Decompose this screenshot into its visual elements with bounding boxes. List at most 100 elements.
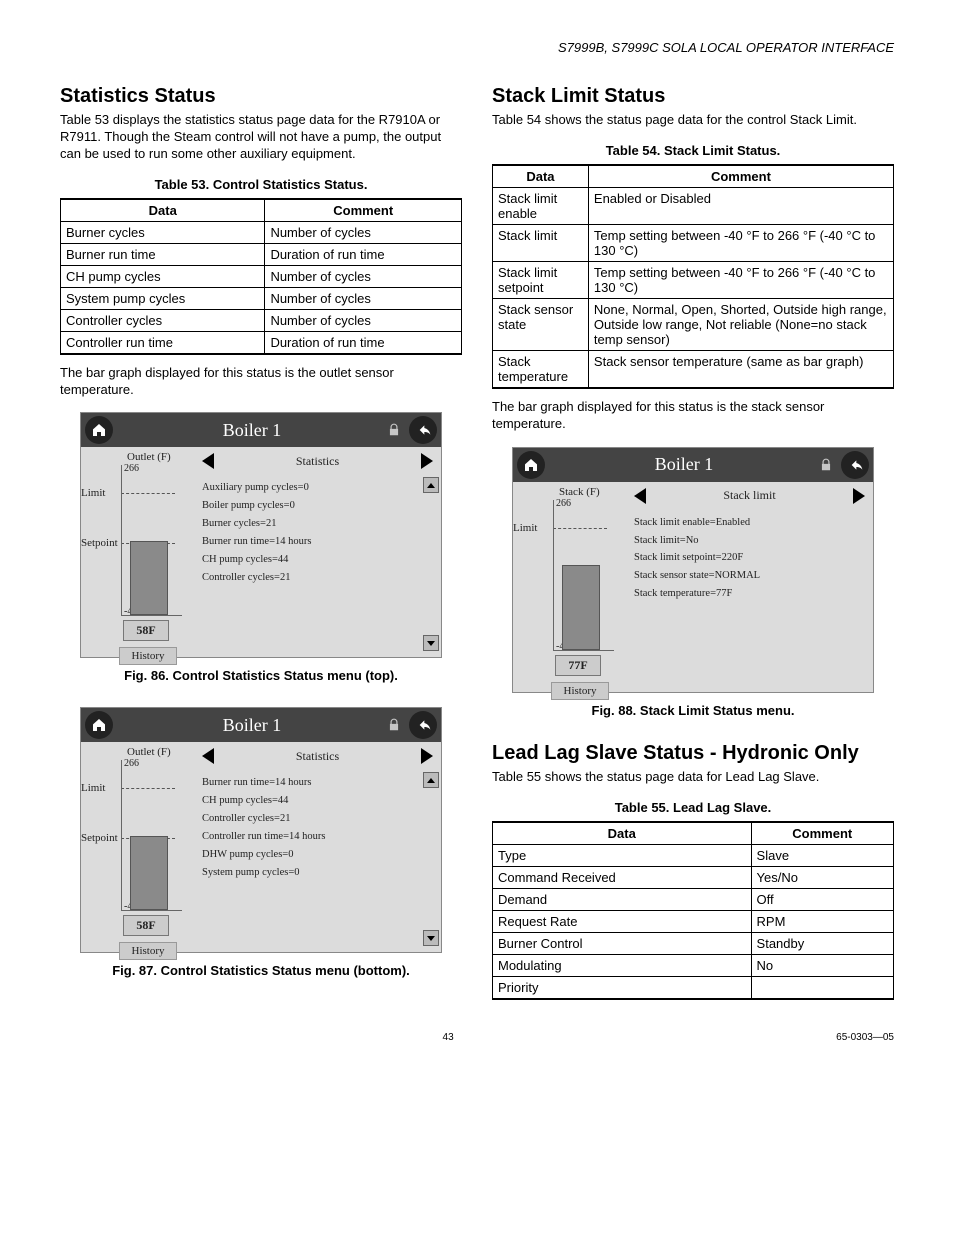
panel-title: Boiler 1	[549, 454, 819, 475]
table-row: Stack limit setpointTemp setting between…	[493, 261, 894, 298]
table-row: TypeSlave	[493, 844, 894, 866]
stat-line: Stack limit enable=Enabled	[634, 514, 869, 532]
gauge-bar	[562, 565, 600, 650]
stat-line: System pump cycles=0	[202, 864, 437, 882]
history-button[interactable]: History	[119, 647, 177, 665]
gauge-bar	[130, 541, 168, 615]
stat-line: Burner run time=14 hours	[202, 533, 437, 551]
stat-line: Controller cycles=21	[202, 810, 437, 828]
table53-caption: Table 53. Control Statistics Status.	[60, 177, 462, 192]
th-comment: Comment	[265, 199, 462, 222]
table-row: Controller run timeDuration of run time	[61, 331, 462, 354]
nav-left-icon[interactable]	[202, 453, 214, 469]
table-row: Stack limitTemp setting between -40 °F t…	[493, 224, 894, 261]
tick-top: 266	[124, 463, 139, 474]
axis-label: Outlet (F)	[81, 451, 196, 463]
back-icon[interactable]	[841, 451, 869, 479]
table54: Data Comment Stack limit enableEnabled o…	[492, 164, 894, 389]
doc-number: 65-0303—05	[836, 1032, 894, 1043]
limit-label: Limit	[81, 487, 105, 499]
panel-title: Boiler 1	[117, 420, 387, 441]
scroll-down-icon[interactable]	[423, 930, 439, 946]
panel-titlebar: Boiler 1	[81, 413, 441, 447]
table-header-row: Data Comment	[493, 822, 894, 845]
nav-right-icon[interactable]	[853, 488, 865, 504]
setpoint-label: Setpoint	[81, 537, 118, 549]
scroll-up-icon[interactable]	[423, 477, 439, 493]
home-icon[interactable]	[85, 416, 113, 444]
table-row: Burner run timeDuration of run time	[61, 243, 462, 265]
table-row: Request RateRPM	[493, 910, 894, 932]
th-comment: Comment	[588, 165, 893, 188]
table-row: DemandOff	[493, 888, 894, 910]
fig86-panel: Boiler 1 Outlet (F) Limit Setpoint 266 -…	[80, 412, 442, 658]
table-header-row: Data Comment	[493, 165, 894, 188]
stat-line: CH pump cycles=44	[202, 551, 437, 569]
nav-title: Stack limit	[723, 488, 775, 503]
axis-label: Outlet (F)	[81, 746, 196, 758]
stat-line: Stack temperature=77F	[634, 585, 869, 603]
temp-readout: 77F	[555, 655, 601, 676]
stat-lines: Stack limit enable=Enabled Stack limit=N…	[634, 514, 869, 603]
table-row: Stack limit enableEnabled or Disabled	[493, 187, 894, 224]
temp-readout: 58F	[123, 915, 169, 936]
th-data: Data	[493, 165, 589, 188]
nav-right-icon[interactable]	[421, 453, 433, 469]
table-row: CH pump cyclesNumber of cycles	[61, 265, 462, 287]
stat-line: Controller cycles=21	[202, 569, 437, 587]
scroll-up-icon[interactable]	[423, 772, 439, 788]
lock-icon	[387, 423, 401, 437]
fig87-panel: Boiler 1 Outlet (F) Limit Setpoint 266 -…	[80, 707, 442, 953]
stacklimit-after: The bar graph displayed for this status …	[492, 399, 894, 433]
setpoint-label: Setpoint	[81, 832, 118, 844]
gauge-bar	[130, 836, 168, 910]
leadlag-heading: Lead Lag Slave Status - Hydronic Only	[492, 742, 894, 765]
page-footer: 43 65-0303—05	[60, 1032, 894, 1043]
table-row: Burner ControlStandby	[493, 932, 894, 954]
table53: Data Comment Burner cyclesNumber of cycl…	[60, 198, 462, 355]
table-row: Controller cyclesNumber of cycles	[61, 309, 462, 331]
lock-icon	[819, 458, 833, 472]
back-icon[interactable]	[409, 711, 437, 739]
back-icon[interactable]	[409, 416, 437, 444]
gauge-area: Outlet (F) Limit Setpoint 266 -40 58F Hi…	[81, 447, 196, 657]
table-row: Command ReceivedYes/No	[493, 866, 894, 888]
leadlag-intro: Table 55 shows the status page data for …	[492, 769, 894, 786]
stat-line: Controller run time=14 hours	[202, 828, 437, 846]
table-row: Stack temperatureStack sensor temperatur…	[493, 350, 894, 388]
fig88-panel: Boiler 1 Stack (F) Limit 266 -40 77F His…	[512, 447, 874, 693]
scroll-down-icon[interactable]	[423, 635, 439, 651]
table-row: Burner cyclesNumber of cycles	[61, 221, 462, 243]
nav-title: Statistics	[296, 749, 339, 764]
table55: Data Comment TypeSlave Command ReceivedY…	[492, 821, 894, 1000]
table-header-row: Data Comment	[61, 199, 462, 222]
stat-line: CH pump cycles=44	[202, 792, 437, 810]
history-button[interactable]: History	[119, 942, 177, 960]
fig86-caption: Fig. 86. Control Statistics Status menu …	[60, 668, 462, 683]
nav-right-icon[interactable]	[421, 748, 433, 764]
temp-readout: 58F	[123, 620, 169, 641]
table55-caption: Table 55. Lead Lag Slave.	[492, 800, 894, 815]
statistics-after: The bar graph displayed for this status …	[60, 365, 462, 399]
home-icon[interactable]	[517, 451, 545, 479]
stat-line: Stack limit setpoint=220F	[634, 549, 869, 567]
history-button[interactable]: History	[551, 682, 609, 700]
stat-line: Stack limit=No	[634, 532, 869, 550]
nav-title: Statistics	[296, 454, 339, 469]
tick-top: 266	[124, 758, 139, 769]
limit-label: Limit	[81, 782, 105, 794]
page-header: S7999B, S7999C SOLA LOCAL OPERATOR INTER…	[60, 40, 894, 55]
gauge-area: Outlet (F) Limit Setpoint 266 -40 58F Hi…	[81, 742, 196, 952]
stat-line: Burner cycles=21	[202, 515, 437, 533]
limit-label: Limit	[513, 522, 537, 534]
home-icon[interactable]	[85, 711, 113, 739]
stat-line: DHW pump cycles=0	[202, 846, 437, 864]
stat-line: Boiler pump cycles=0	[202, 497, 437, 515]
nav-left-icon[interactable]	[634, 488, 646, 504]
axis-label: Stack (F)	[513, 486, 628, 498]
table-row: ModulatingNo	[493, 954, 894, 976]
fig87-caption: Fig. 87. Control Statistics Status menu …	[60, 963, 462, 978]
panel-titlebar: Boiler 1	[513, 448, 873, 482]
nav-left-icon[interactable]	[202, 748, 214, 764]
tick-top: 266	[556, 498, 571, 509]
